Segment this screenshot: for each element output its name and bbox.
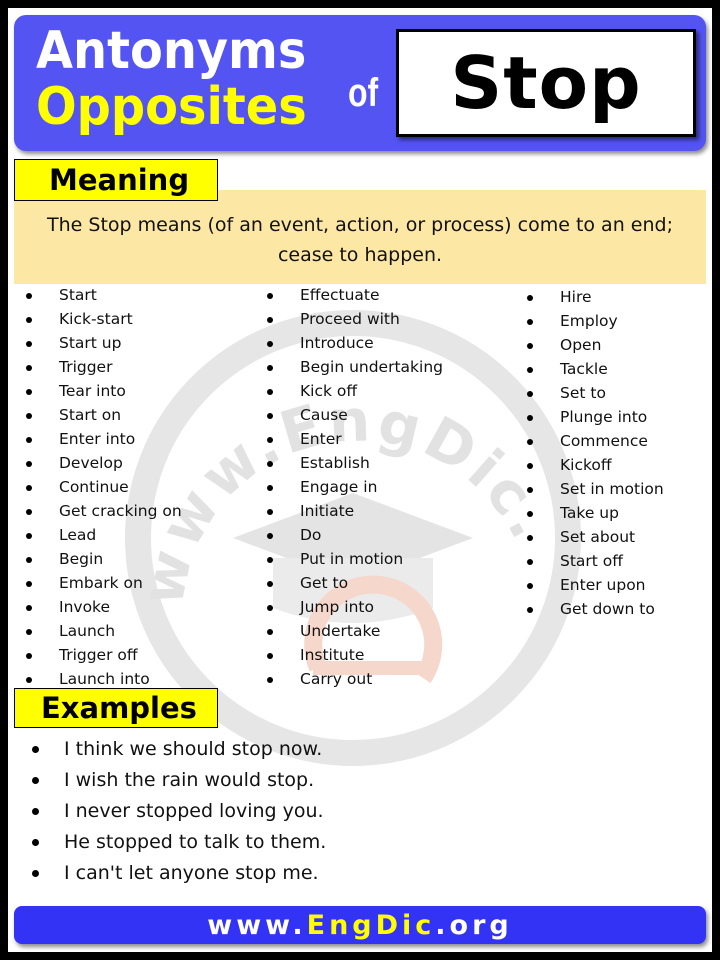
- list-item: Get down to: [517, 597, 664, 621]
- list-item: Establish: [257, 451, 443, 475]
- page: www.EngDic.org Antonyms Opposites of Sto…: [8, 8, 712, 952]
- antonyms-column-2: Effectuate Proceed with Introduce Begin …: [257, 283, 443, 691]
- list-item: Engage in: [257, 475, 443, 499]
- examples-list: I think we should stop now. I wish the r…: [24, 734, 326, 889]
- list-item: Launch: [16, 619, 182, 643]
- footer-url-suffix: .org: [435, 909, 513, 941]
- example-item: I think we should stop now.: [24, 734, 326, 765]
- list-item: Kick-start: [16, 307, 182, 331]
- list-item: Initiate: [257, 499, 443, 523]
- list-item: Commence: [517, 429, 664, 453]
- list-item: Jump into: [257, 595, 443, 619]
- list-item: Kickoff: [517, 453, 664, 477]
- list-item: Start off: [517, 549, 664, 573]
- headword-box: Stop: [396, 29, 696, 137]
- list-item: Set about: [517, 525, 664, 549]
- footer-url-brand: EngDic: [306, 909, 436, 941]
- title-banner: Antonyms Opposites of Stop: [14, 15, 706, 151]
- list-item: Embark on: [16, 571, 182, 595]
- list-item: Set to: [517, 381, 664, 405]
- list-item: Employ: [517, 309, 664, 333]
- headword: Stop: [450, 41, 642, 125]
- list-item: Cause: [257, 403, 443, 427]
- list-item: Develop: [16, 451, 182, 475]
- list-item: Introduce: [257, 331, 443, 355]
- example-item: I can't let anyone stop me.: [24, 858, 326, 889]
- list-item: Set in motion: [517, 477, 664, 501]
- list-item: Get cracking on: [16, 499, 182, 523]
- list-item: Lead: [16, 523, 182, 547]
- footer-url-prefix: www.: [207, 909, 307, 941]
- meaning-box: The Stop means (of an event, action, or …: [14, 190, 706, 284]
- list-item: Begin: [16, 547, 182, 571]
- antonyms-column-3: Hire Employ Open Tackle Set to Plunge in…: [517, 285, 664, 621]
- list-item: Enter into: [16, 427, 182, 451]
- list-item: Undertake: [257, 619, 443, 643]
- list-item: Proceed with: [257, 307, 443, 331]
- list-item: Continue: [16, 475, 182, 499]
- example-item: He stopped to talk to them.: [24, 827, 326, 858]
- list-item: Get to: [257, 571, 443, 595]
- list-item: Tackle: [517, 357, 664, 381]
- antonyms-column-1: Start Kick-start Start up Trigger Tear i…: [16, 283, 182, 691]
- list-item: Hire: [517, 285, 664, 309]
- footer-banner[interactable]: www. EngDic .org: [14, 906, 706, 944]
- list-item: Start: [16, 283, 182, 307]
- example-item: I never stopped loving you.: [24, 796, 326, 827]
- list-item: Begin undertaking: [257, 355, 443, 379]
- list-item: Plunge into: [517, 405, 664, 429]
- list-item: Carry out: [257, 667, 443, 691]
- meaning-text: The Stop means (of an event, action, or …: [47, 214, 673, 266]
- title-connector: of: [348, 71, 379, 115]
- meaning-label: Meaning: [14, 159, 218, 201]
- list-item: Open: [517, 333, 664, 357]
- list-item: Start up: [16, 331, 182, 355]
- example-item: I wish the rain would stop.: [24, 765, 326, 796]
- list-item: Invoke: [16, 595, 182, 619]
- list-item: Do: [257, 523, 443, 547]
- list-item: Take up: [517, 501, 664, 525]
- list-item: Enter upon: [517, 573, 664, 597]
- list-item: Tear into: [16, 379, 182, 403]
- list-item: Enter: [257, 427, 443, 451]
- list-item: Kick off: [257, 379, 443, 403]
- title-opposites: Opposites: [36, 77, 307, 137]
- title-antonyms: Antonyms: [36, 21, 307, 81]
- list-item: Start on: [16, 403, 182, 427]
- list-item: Trigger: [16, 355, 182, 379]
- list-item: Trigger off: [16, 643, 182, 667]
- list-item: Institute: [257, 643, 443, 667]
- examples-label: Examples: [14, 688, 218, 728]
- list-item: Put in motion: [257, 547, 443, 571]
- list-item: Effectuate: [257, 283, 443, 307]
